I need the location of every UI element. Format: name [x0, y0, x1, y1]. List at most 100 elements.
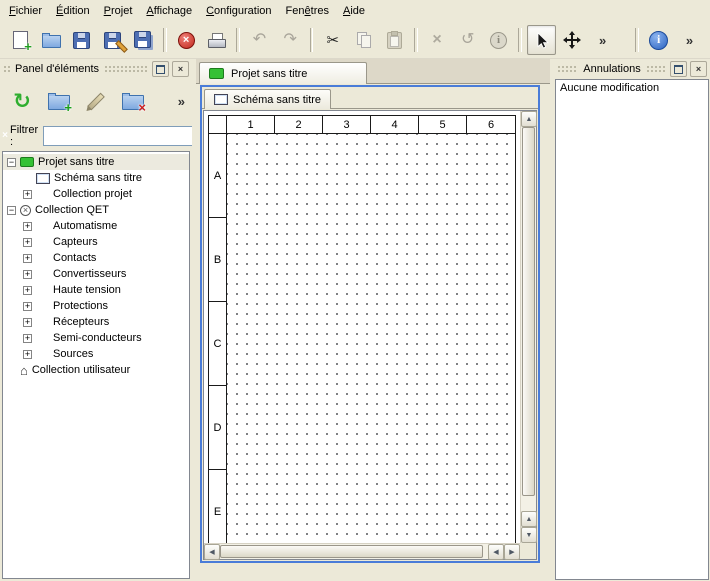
about-info-button[interactable] [644, 25, 673, 55]
print-button[interactable] [202, 25, 231, 55]
expand-icon[interactable]: + [23, 222, 32, 231]
filter-input[interactable] [43, 126, 193, 146]
edit-element-button[interactable] [81, 86, 111, 116]
tree-item-recepteurs[interactable]: + Récepteurs [3, 314, 189, 330]
float-panel-button[interactable] [152, 61, 169, 77]
paste-button[interactable] [380, 25, 409, 55]
tab-project[interactable]: Projet sans titre [199, 62, 367, 84]
selection-mode-button[interactable] [527, 25, 556, 55]
scroll-down-button[interactable]: ▼ [521, 527, 537, 543]
tree-item-label: Collection projet [53, 188, 132, 200]
menu-aide[interactable]: Aide [336, 2, 372, 20]
save-as-button[interactable] [98, 25, 127, 55]
scroll-right-button[interactable]: ▶ [504, 544, 520, 560]
panel-overflow-button[interactable]: » [178, 95, 185, 108]
diagram-canvas[interactable] [227, 134, 515, 543]
tree-item-label: Automatisme [53, 220, 117, 232]
dock-drag-handle[interactable] [104, 65, 149, 74]
expand-icon[interactable]: + [23, 350, 32, 359]
tree-item-semi-conducteurs[interactable]: +Semi-conducteurs [3, 330, 189, 346]
folder-icon [36, 351, 49, 360]
scroll-up-button[interactable]: ▲ [521, 111, 537, 127]
tree-item-contacts[interactable]: +Contacts [3, 250, 189, 266]
vertical-scroll-track[interactable] [521, 127, 536, 511]
new-document-button[interactable] [6, 25, 35, 55]
paste-icon [387, 32, 402, 49]
horizontal-scroll-track[interactable] [220, 544, 488, 559]
scroll-up-button-2[interactable]: ▲ [521, 511, 537, 527]
redo-button[interactable]: ↷ [276, 25, 305, 55]
scroll-left-button[interactable]: ◀ [204, 544, 220, 560]
menu-configuration[interactable]: Configuration [199, 2, 278, 20]
expand-icon[interactable]: + [23, 286, 32, 295]
float-icon [674, 65, 683, 74]
tree-item-convertisseurs[interactable]: +Convertisseurs [3, 266, 189, 282]
visualisation-mode-button[interactable] [558, 25, 587, 55]
save-button[interactable] [68, 25, 97, 55]
close-panel-button[interactable]: × [172, 61, 189, 77]
tree-item-projet-sans-titre[interactable]: −Projet sans titre [3, 154, 189, 170]
open-file-button[interactable] [37, 25, 66, 55]
toolbar-overflow-button-2[interactable]: » [675, 25, 704, 55]
tree-item-protections[interactable]: +Protections [3, 298, 189, 314]
tree-item-haute-tension[interactable]: +Haute tension [3, 282, 189, 298]
dock-drag-handle[interactable] [646, 65, 667, 74]
expand-icon[interactable]: + [23, 318, 32, 327]
expand-icon[interactable]: + [23, 302, 32, 311]
menu-projet[interactable]: Projet [97, 2, 140, 20]
diagram-viewport: 123456 ABCDE [204, 111, 520, 543]
save-icon [73, 32, 90, 49]
tab-schema[interactable]: Schéma sans titre [204, 89, 331, 109]
toolbar-overflow-button[interactable]: » [588, 25, 617, 55]
horizontal-scrollbar[interactable]: ◀ ◀ ▶ [204, 543, 520, 559]
expand-icon[interactable]: + [23, 238, 32, 247]
expand-icon[interactable]: + [23, 270, 32, 279]
menu-affichage[interactable]: Affichage [139, 2, 199, 20]
dock-drag-handle[interactable] [3, 65, 10, 74]
reload-collections-button[interactable]: ↻ [7, 86, 37, 116]
undo-button[interactable]: ↶ [245, 25, 274, 55]
menu-edition[interactable]: Édition [49, 2, 97, 20]
ruler-corner [209, 116, 227, 134]
new-element-button[interactable]: + [44, 86, 74, 116]
expand-icon[interactable]: + [23, 254, 32, 263]
delete-element-button[interactable]: × [118, 86, 148, 116]
ruler-column-1: 1 [227, 116, 275, 134]
conductor-info-button[interactable] [484, 25, 513, 55]
dock-drag-handle[interactable] [557, 65, 578, 74]
save-all-icon [134, 31, 151, 48]
tree-item-automatisme[interactable]: + Automatisme [3, 218, 189, 234]
collapse-icon[interactable]: − [7, 206, 16, 215]
expand-icon[interactable]: + [23, 190, 32, 199]
float-panel-button[interactable] [670, 61, 687, 77]
tree-item-collection-projet[interactable]: + Collection projet [3, 186, 189, 202]
horizontal-scroll-thumb[interactable] [220, 545, 483, 558]
close-file-button[interactable] [172, 25, 201, 55]
menu-fenetres[interactable]: Fenêtres [279, 2, 336, 20]
collapse-icon[interactable]: − [7, 158, 16, 167]
tree-item-label: Récepteurs [53, 316, 109, 328]
tree-item-schema-sans-titre[interactable]: Schéma sans titre [3, 170, 189, 186]
menu-fichier[interactable]: Fichier [2, 2, 49, 20]
tree-item-collection-qet[interactable]: −Collection QET [3, 202, 189, 218]
tree-item-collection-utilisateur[interactable]: ⌂Collection utilisateur [3, 362, 189, 378]
save-all-button[interactable] [129, 25, 158, 55]
copy-button[interactable] [349, 25, 378, 55]
delete-selection-button[interactable]: × [423, 25, 452, 55]
scroll-left-button-2[interactable]: ◀ [488, 544, 504, 560]
expand-icon[interactable]: + [23, 334, 32, 343]
undo-panel-header: Annulations × [554, 59, 710, 79]
ruler-column-4: 4 [371, 116, 419, 134]
vertical-scroll-thumb[interactable] [522, 127, 535, 496]
rotate-selection-button[interactable]: ↺ [453, 25, 482, 55]
printer-icon [208, 33, 226, 48]
close-panel-button[interactable]: × [690, 61, 707, 77]
tree-item-capteurs[interactable]: +Capteurs [3, 234, 189, 250]
tree-item-sources[interactable]: +Sources [3, 346, 189, 362]
undo-panel: Annulations × Aucune modification [554, 59, 710, 581]
cut-button[interactable]: ✂ [318, 25, 347, 55]
schema-icon [214, 94, 228, 105]
vertical-scrollbar[interactable]: ▲ ▲ ▼ [520, 111, 536, 543]
project-icon [20, 157, 34, 167]
mdi-area: Schéma sans titre 123456 ABCDE [196, 84, 550, 581]
